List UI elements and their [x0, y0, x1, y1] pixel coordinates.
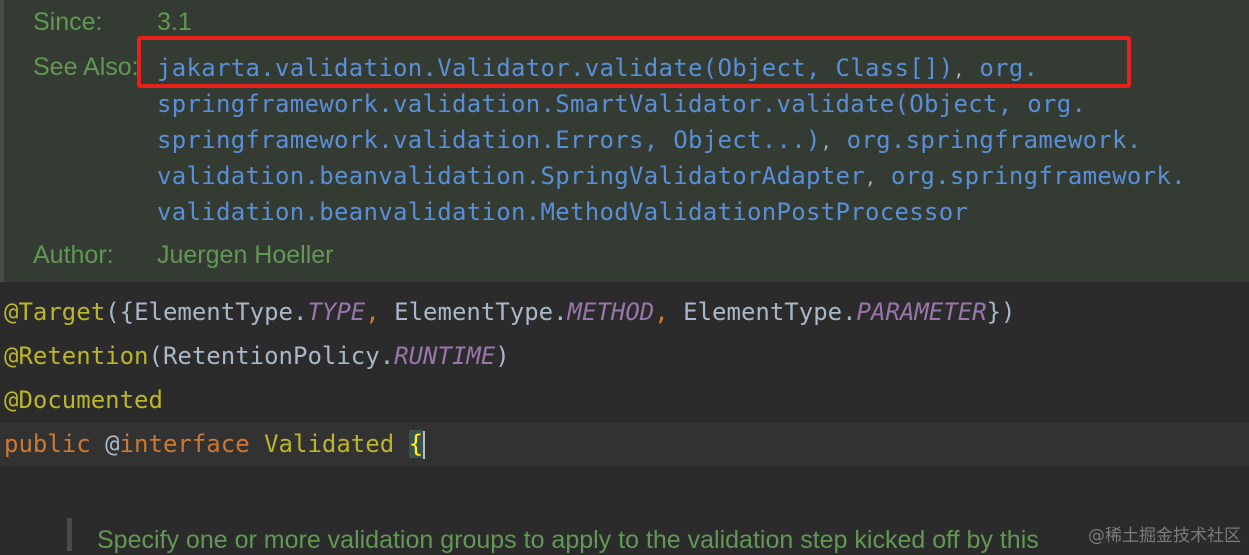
brace-match: {	[408, 430, 424, 458]
see-also-link[interactable]: validation.beanvalidation.SpringValidato…	[157, 162, 865, 190]
see-also-line-2: springframework.validation.SmartValidato…	[157, 90, 1086, 118]
doc-gutter-bar	[67, 518, 72, 551]
see-also-line-4: validation.beanvalidation.SpringValidato…	[157, 162, 1186, 190]
see-also-link[interactable]: springframework.validation.SmartValidato…	[157, 90, 1086, 118]
red-highlight-box	[137, 36, 1131, 88]
watermark: @稀土掘金技术社区	[1088, 526, 1241, 546]
see-also-link[interactable]: org.springframework.	[891, 162, 1186, 190]
code-line-documented[interactable]: @Documented	[4, 386, 163, 414]
author-label: Author:	[33, 241, 114, 269]
code-line-interface[interactable]: public @interface Validated {	[4, 430, 426, 459]
since-value: 3.1	[157, 8, 192, 36]
see-also-label: See Also:	[33, 53, 139, 81]
since-label: Since:	[33, 8, 103, 36]
see-also-line-3: springframework.validation.Errors, Objec…	[157, 126, 1142, 154]
code-line-retention[interactable]: @Retention(RetentionPolicy.RUNTIME)	[4, 342, 510, 370]
see-also-link[interactable]: validation.beanvalidation.MethodValidati…	[157, 198, 968, 226]
see-also-line-5: validation.beanvalidation.MethodValidati…	[157, 198, 968, 226]
see-also-link[interactable]: springframework.validation.Errors, Objec…	[157, 126, 821, 154]
author-value: Juergen Hoeller	[157, 241, 334, 269]
code-line-target[interactable]: @Target({ElementType.TYPE, ElementType.M…	[4, 298, 1016, 326]
text-caret	[423, 431, 426, 459]
see-also-link[interactable]: org.springframework.	[847, 126, 1142, 154]
